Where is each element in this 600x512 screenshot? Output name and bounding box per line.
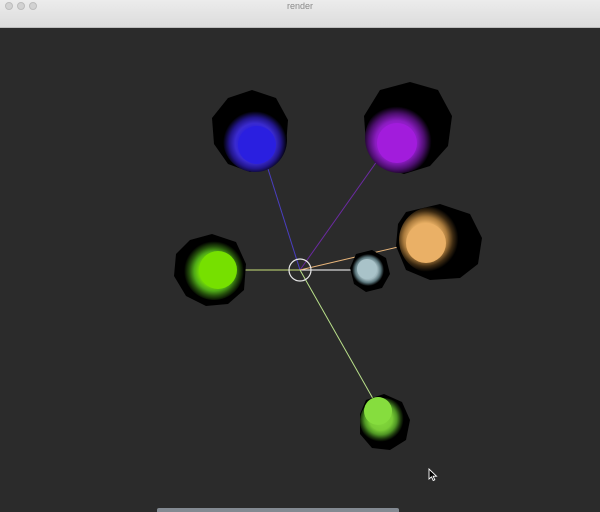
node-purple[interactable] xyxy=(364,82,452,174)
render-window: render xyxy=(0,0,600,512)
dock-bar xyxy=(157,508,399,512)
title-bar: render xyxy=(0,0,600,28)
cursor-arrow-icon xyxy=(428,468,438,482)
window-title: render xyxy=(286,1,313,11)
node-orange[interactable] xyxy=(396,204,482,280)
scene-svg xyxy=(174,82,482,450)
node-slate[interactable] xyxy=(350,250,390,292)
node-green-left[interactable] xyxy=(174,234,246,306)
node-blue[interactable] xyxy=(212,90,288,172)
node-green-bottom[interactable] xyxy=(360,394,410,450)
render-canvas[interactable] xyxy=(0,28,600,512)
